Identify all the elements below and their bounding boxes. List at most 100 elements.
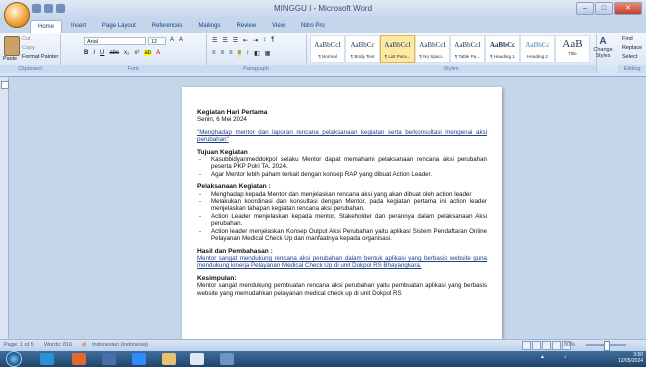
close-button[interactable]: ✕ [614,2,642,15]
full-screen-icon[interactable] [532,341,541,350]
tab-home[interactable]: Home [30,20,63,33]
borders-icon[interactable]: ▦ [265,50,271,57]
list-buttons: ☰ ☰ ☰ ⇤ ⇥ ↕ ¶ [212,37,274,44]
copy-button[interactable]: Copy [22,45,35,51]
volume-icon[interactable]: ♪ [564,354,567,360]
replace-button[interactable]: Replace [622,45,642,51]
select-button[interactable]: Select [622,54,637,60]
maximize-button[interactable]: □ [595,2,613,15]
pelaksanaan-heading: Pelaksanaan Kegiatan : [197,183,271,191]
font-label: Font [60,65,206,73]
font-color-icon[interactable]: A [156,50,160,56]
ribbon: Paste Cut Copy Format Painter Clipboard … [0,33,646,77]
bullets-icon[interactable]: ☰ [212,37,217,44]
file-explorer-icon[interactable] [162,353,176,365]
print-layout-icon[interactable] [522,341,531,350]
document-page[interactable]: Kegiatan Hari Pertama Senin, 6 Mei 2024 … [182,87,502,339]
tujuan-heading: Tujuan Kegiatan [197,148,248,156]
shrink-font-icon[interactable]: A [179,37,183,43]
ribbon-tabs: Home Insert Page Layout References Maili… [30,20,332,33]
cut-button[interactable]: Cut [22,36,31,42]
underline-icon[interactable]: U [100,50,104,56]
format-buttons: B I U abc x₂ x² ab A [84,50,160,56]
tab-mailings[interactable]: Mailings [191,20,227,33]
word-taskbar-icon[interactable] [190,353,204,365]
pilcrow-icon[interactable]: ¶ [271,37,274,44]
office-button[interactable] [4,2,30,28]
web-layout-icon[interactable] [542,341,551,350]
document-quote: "Menghadap mentor dan laporan rencana pe… [197,128,487,144]
editing-label: Editing [618,65,646,73]
italic-icon[interactable]: I [93,50,95,56]
style-heading-1[interactable]: AaBbCc ¶ Heading 1 [485,35,520,63]
tab-insert[interactable]: Insert [64,20,93,33]
decrease-indent-icon[interactable]: ⇤ [243,37,248,44]
tab-nitro-pro[interactable]: Nitro Pro [294,20,332,33]
style-no-spacing[interactable]: AaBbCcI ¶ No Spaci... [415,35,450,63]
tab-page-layout[interactable]: Page Layout [95,20,143,33]
app-taskbar-icon[interactable] [220,353,234,365]
document-body[interactable]: Kegiatan Hari Pertama Senin, 6 Mei 2024 … [197,109,487,297]
minimize-button[interactable]: – [576,2,594,15]
vertical-ruler [0,77,9,339]
style-title[interactable]: AaB Title [555,35,590,63]
format-painter-button[interactable]: Format Painter [22,54,58,60]
multilevel-list-icon[interactable]: ☰ [233,37,238,44]
word-count[interactable]: Words: 816 [44,342,72,348]
strikethrough-icon[interactable]: abc [109,50,119,56]
edge-icon[interactable] [40,353,54,365]
align-left-icon[interactable]: ≡ [212,50,216,57]
proofing-icon[interactable]: ⊘ [82,342,87,348]
increase-indent-icon[interactable]: ⇥ [253,37,258,44]
style-body-text[interactable]: AaBbCc ¶ Body Text [345,35,380,63]
clock-date: 12/05/2024 [618,358,644,364]
network-icon[interactable]: ▲ [540,354,545,360]
align-center-icon[interactable]: ≡ [221,50,225,57]
line-spacing-icon[interactable]: ↕ [246,50,249,57]
change-styles-button[interactable]: A Change Styles [592,36,614,59]
highlight-icon[interactable]: ab [144,50,152,56]
style-normal[interactable]: AaBbCcI ¶ Normal [310,35,345,63]
zoom-slider-thumb[interactable] [604,341,610,351]
list-item: Action Leader menjelaskan kepada mentor,… [199,213,487,228]
superscript-icon[interactable]: x² [134,50,139,56]
system-clock[interactable]: 3:50 12/05/2024 [618,352,643,364]
find-button[interactable]: Find [622,36,633,42]
styles-gallery: AaBbCcI ¶ Normal AaBbCc ¶ Body Text AaBbCc… [310,35,590,63]
outline-icon[interactable] [552,341,561,350]
start-button[interactable] [6,351,22,367]
paste-button[interactable]: Paste [3,56,17,62]
page-count[interactable]: Page: 1 of 5 [4,342,34,348]
paragraph-label: Paragraph [206,65,306,73]
sort-icon[interactable]: ↕ [263,37,266,44]
numbering-icon[interactable]: ☰ [222,37,227,44]
window-controls: – □ ✕ [576,2,642,15]
align-right-icon[interactable]: ≡ [229,50,233,57]
paste-icon[interactable] [4,36,20,56]
list-item: Kasubbidyanmeddokpol selaku Mentor dapat… [199,156,487,171]
zoom-app-icon[interactable] [132,353,146,365]
tab-view[interactable]: View [265,20,292,33]
shading-icon[interactable]: ◧ [254,50,260,57]
style-heading-2[interactable]: AaBbCc Heading 2 [520,35,555,63]
taskbar: ▲ ♪ 3:50 12/05/2024 [0,351,646,367]
font-size-buttons: A A [170,37,183,43]
font-size-select[interactable]: 12 [148,37,166,45]
firefox-icon[interactable] [72,353,86,365]
tab-references[interactable]: References [145,20,190,33]
subscript-icon[interactable]: x₂ [124,50,129,56]
justify-icon[interactable]: ≡ [237,50,242,57]
bold-icon[interactable]: B [84,50,88,56]
media-player-icon[interactable] [102,353,116,365]
tab-review[interactable]: Review [229,20,263,33]
zoom-level[interactable]: 80% [564,342,575,348]
language-indicator[interactable]: Indonesian (Indonesia) [92,342,148,348]
list-item: Melakukan koordinasi dan konsultasi deng… [199,198,487,213]
grow-font-icon[interactable]: A [170,37,174,43]
ruler-toggle-button[interactable] [1,81,9,89]
style-table-paragraph[interactable]: AaBbCcI ¶ Table Pa... [450,35,485,63]
style-list-paragraph[interactable]: AaBbCcI ¶ List Para... [380,35,415,63]
font-name-select[interactable]: Arial [84,37,146,45]
kesimpulan-text: Mentor sangat mendukung pembuatan rencan… [197,282,487,297]
list-item: Action leader menjelaskan Konsep Output … [199,228,487,243]
